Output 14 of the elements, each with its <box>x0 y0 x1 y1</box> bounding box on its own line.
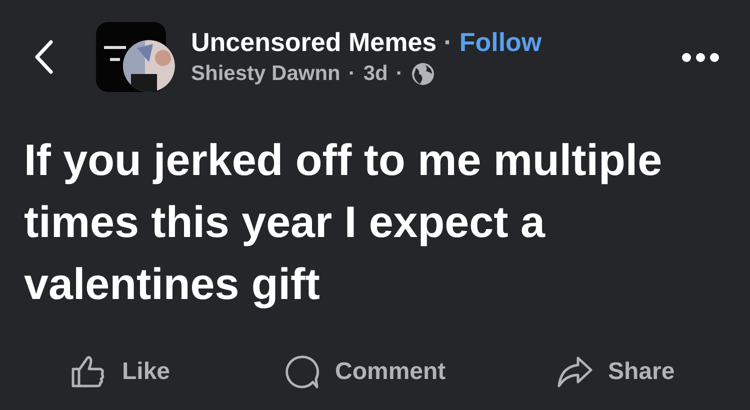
share-arrow-icon <box>556 354 594 390</box>
follow-link[interactable]: Follow <box>459 26 542 58</box>
post-time[interactable]: 3d <box>363 60 388 88</box>
share-button[interactable]: Share <box>556 354 675 390</box>
like-button[interactable]: Like <box>70 354 170 390</box>
speech-bubble-icon <box>283 354 321 390</box>
separator: · <box>396 61 403 87</box>
separator: · <box>348 61 356 87</box>
separator: · <box>444 26 452 58</box>
globe-icon <box>410 62 435 86</box>
comment-button[interactable]: Comment <box>283 354 446 390</box>
page-name[interactable]: Uncensored Memes <box>191 26 437 58</box>
author-name[interactable]: Shiesty Dawnn <box>191 60 340 88</box>
post-text: If you jerked off to me multiple times this year I expect a valentines gift <box>24 135 664 311</box>
